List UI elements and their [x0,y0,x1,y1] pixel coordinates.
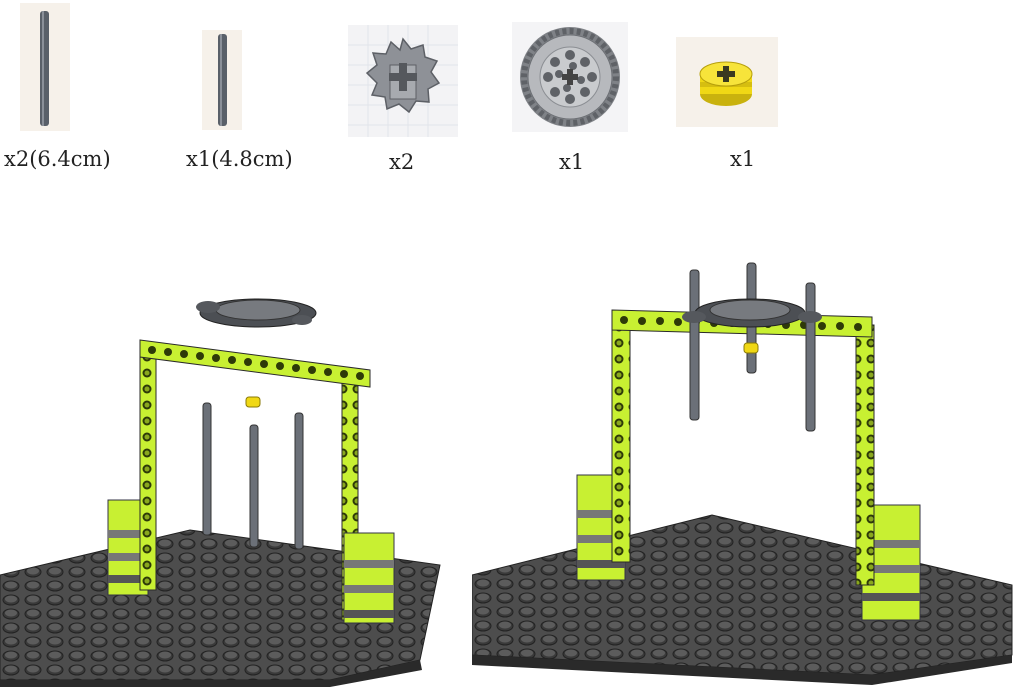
left-vertical-beam [611,316,631,563]
quantity-label: x1 [559,150,585,174]
quantity-label: x1(4.8cm) [186,147,293,171]
top-beam [139,339,371,388]
quantity-label: x1 [730,147,756,171]
floating-gears [196,298,317,328]
bushing-icon [676,37,778,127]
right-vertical-beam [855,324,875,586]
small-gear-icon [348,25,458,137]
quantity-label: x2(6.4cm) [4,147,111,171]
baseplate [472,514,1013,676]
floating-axles [202,402,304,550]
large-gear-icon [512,22,628,132]
axle-short-icon [202,30,242,130]
floating-bushing [245,396,261,408]
axle-long-icon [20,3,70,131]
left-vertical-beam [139,344,157,591]
assembled-view [472,255,1016,687]
quantity-label: x2 [389,150,415,174]
installed-bushing [743,342,759,354]
right-brick-stack [343,532,395,624]
exploded-view [0,285,470,687]
